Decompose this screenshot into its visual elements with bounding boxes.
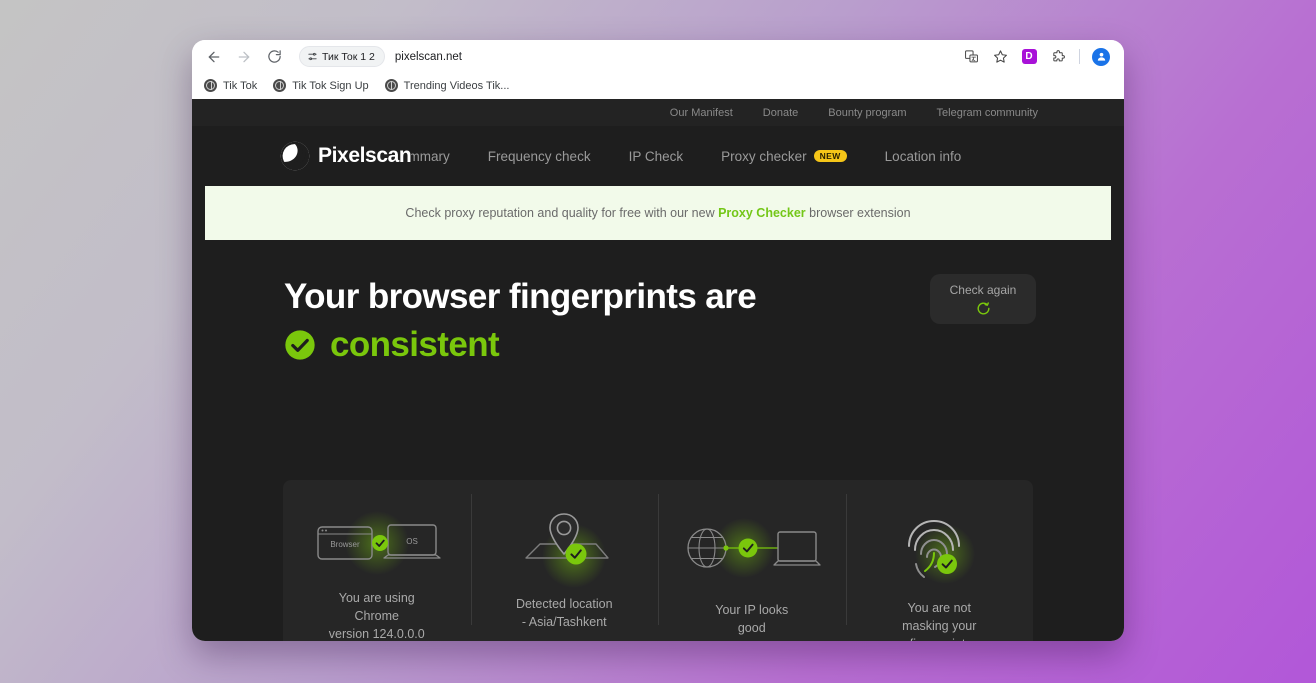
bookmark-label: Tik Tok	[223, 80, 257, 92]
globe-favicon-icon	[385, 79, 398, 92]
bookmarks-bar: Tik Tok Tik Tok Sign Up Trending Videos …	[192, 73, 1124, 99]
card-location: Detected location - Asia/Tashkent Check …	[471, 480, 659, 641]
card-text: Detected location - Asia/Tashkent	[516, 596, 613, 632]
map-pin-icon	[504, 502, 624, 588]
site-nav-items: Summary Frequency check IP Check Proxy c…	[392, 149, 961, 164]
browser-os-match-icon: Browser OS	[302, 502, 452, 582]
globe-laptop-icon	[682, 502, 822, 594]
check-again-button[interactable]: Check again	[930, 274, 1036, 324]
translate-icon[interactable]	[958, 44, 984, 70]
forward-icon[interactable]	[230, 43, 258, 71]
check-circle-icon	[284, 329, 316, 361]
promo-banner[interactable]: Check proxy reputation and quality for f…	[205, 186, 1111, 240]
globe-favicon-icon	[273, 79, 286, 92]
puzzle-icon[interactable]	[1045, 44, 1071, 70]
topbar-link-bounty[interactable]: Bounty program	[828, 107, 906, 119]
site-topbar: Our Manifest Donate Bounty program Teleg…	[192, 99, 1124, 126]
navigation-buttons	[200, 43, 288, 71]
back-icon[interactable]	[200, 43, 228, 71]
card-fingerprint: You are not masking your fingerprint.	[846, 480, 1034, 641]
bookmark-item[interactable]: Tik Tok	[204, 79, 257, 92]
page-content: Our Manifest Donate Bounty program Teleg…	[192, 99, 1124, 641]
nav-item-label: Location info	[885, 149, 962, 164]
toolbar-right-actions: D	[958, 44, 1114, 70]
toolbar-divider	[1079, 49, 1080, 64]
extension-badge-d[interactable]: D	[1016, 44, 1042, 70]
nav-item-frequency-check[interactable]: Frequency check	[488, 149, 591, 164]
svg-text:OS: OS	[406, 537, 418, 546]
nav-item-label: Proxy checker	[721, 149, 807, 164]
svg-text:Browser: Browser	[330, 540, 360, 549]
omnibox-url-text[interactable]: pixelscan.net	[395, 51, 462, 63]
refresh-icon	[976, 301, 991, 316]
bookmark-label: Trending Videos Tik...	[404, 80, 510, 92]
tune-icon	[307, 51, 318, 62]
avatar-icon	[1092, 48, 1110, 66]
omnibox-search-chip[interactable]: Тик Ток 1 2	[299, 46, 385, 67]
bookmark-item[interactable]: Trending Videos Tik...	[385, 79, 510, 92]
nav-item-label: Frequency check	[488, 149, 591, 164]
nav-item-location-info[interactable]: Location info	[885, 149, 962, 164]
card-ip: Your IP looks good	[658, 480, 846, 641]
check-again-label: Check again	[950, 283, 1017, 297]
reload-icon[interactable]	[260, 43, 288, 71]
extension-badge-label: D	[1022, 49, 1037, 64]
star-icon[interactable]	[987, 44, 1013, 70]
bookmark-item[interactable]: Tik Tok Sign Up	[273, 79, 368, 92]
bookmark-label: Tik Tok Sign Up	[292, 80, 368, 92]
browser-window: Тик Ток 1 2 pixelscan.net D	[192, 40, 1124, 641]
promo-text-before: Check proxy reputation and quality for f…	[405, 206, 718, 220]
nav-item-proxy-checker[interactable]: Proxy checker NEW	[721, 149, 847, 164]
topbar-link-telegram[interactable]: Telegram community	[937, 107, 1038, 119]
card-text: You are not masking your fingerprint.	[902, 600, 976, 641]
status-badge: NEW	[814, 150, 847, 162]
browser-toolbar: Тик Ток 1 2 pixelscan.net D	[192, 40, 1124, 73]
card-text: Your IP looks good	[715, 602, 788, 638]
nav-item-ip-check[interactable]: IP Check	[629, 149, 684, 164]
topbar-link-donate[interactable]: Donate	[763, 107, 798, 119]
topbar-link-manifest[interactable]: Our Manifest	[670, 107, 733, 119]
fingerprint-status: consistent	[330, 325, 499, 365]
site-main-nav: Pixelscan Summary Frequency check IP Che…	[192, 126, 1124, 186]
address-bar[interactable]: Тик Ток 1 2 pixelscan.net	[296, 44, 952, 70]
promo-link[interactable]: Proxy Checker	[718, 206, 806, 220]
site-logo[interactable]: Pixelscan	[280, 141, 411, 171]
pixelscan-swirl-logo-icon	[280, 141, 310, 171]
card-text: You are using Chrome version 124.0.0.0 o…	[329, 590, 425, 641]
summary-cards: Browser OS You are using Chrome version …	[283, 480, 1033, 641]
site-logo-text: Pixelscan	[318, 144, 411, 168]
omnibox-chip-label: Тик Ток 1 2	[322, 51, 375, 63]
nav-item-label: IP Check	[629, 149, 684, 164]
avatar[interactable]	[1088, 44, 1114, 70]
hero-section: Your browser fingerprints are consistent…	[192, 240, 1124, 365]
promo-text-after: browser extension	[806, 206, 911, 220]
card-browser-os: Browser OS You are using Chrome version …	[283, 480, 471, 641]
globe-favicon-icon	[204, 79, 217, 92]
hero-status-line: consistent	[284, 325, 1124, 365]
fingerprint-icon	[889, 502, 989, 592]
